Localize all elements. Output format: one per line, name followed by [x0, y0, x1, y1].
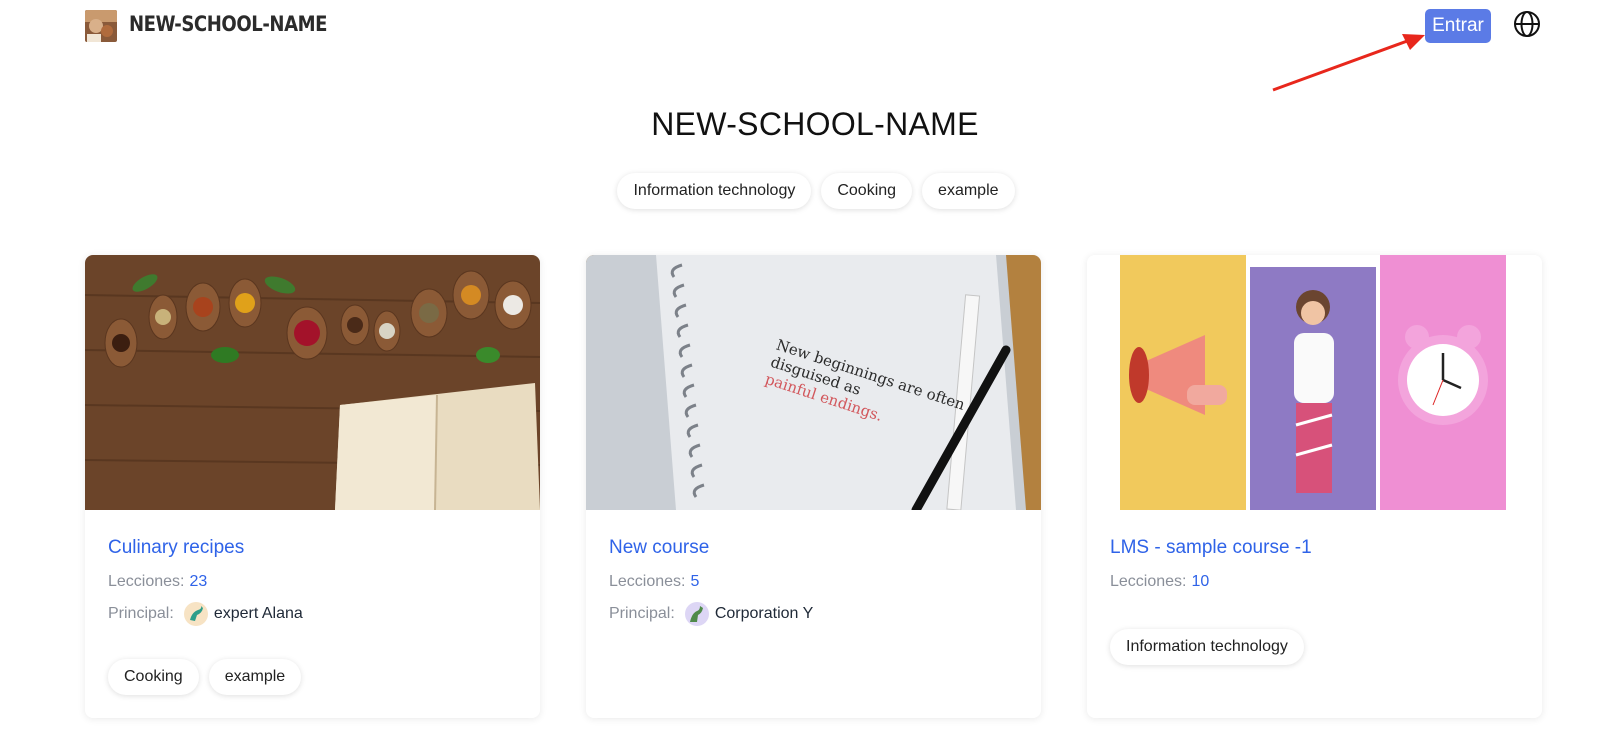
category-chip-information-technology[interactable]: Information technology	[617, 173, 812, 209]
login-button[interactable]: Entrar	[1425, 9, 1491, 43]
principal-row: Principal: Corporation Y	[609, 602, 813, 626]
principal-name[interactable]: expert Alana	[214, 605, 303, 623]
lesson-count: Lecciones: 23	[108, 573, 207, 591]
course-card-lms-sample-course[interactable]: LMS - sample course -1 Lecciones: 10 Inf…	[1087, 255, 1542, 718]
lessons-value: 23	[189, 573, 208, 590]
course-cover-image	[85, 255, 540, 510]
course-card-culinary-recipes[interactable]: Culinary recipes Lecciones: 23 Principal…	[85, 255, 540, 718]
page-title: NEW-SCHOOL-NAME	[651, 106, 979, 142]
course-title[interactable]: Culinary recipes	[108, 537, 244, 559]
principal-label: Principal:	[609, 605, 675, 622]
globe-icon[interactable]	[1512, 9, 1542, 39]
brand-name[interactable]: NEW-SCHOOL-NAME	[129, 12, 328, 36]
course-tag-cooking[interactable]: Cooking	[108, 659, 199, 695]
course-tags: Information technology	[1110, 629, 1304, 665]
course-title[interactable]: LMS - sample course -1	[1110, 537, 1312, 559]
course-tags: Cooking example	[108, 659, 302, 695]
lessons-label: Lecciones:	[108, 573, 185, 590]
category-chip-example[interactable]: example	[922, 173, 1015, 209]
avatar	[684, 602, 709, 626]
principal-row: Principal: expert Alana	[108, 602, 303, 626]
course-tag-information-technology[interactable]: Information technology	[1110, 629, 1304, 665]
school-logo[interactable]	[85, 10, 117, 42]
course-tag-example[interactable]: example	[208, 659, 302, 695]
course-cover-image	[1087, 255, 1542, 510]
principal-label: Principal:	[108, 605, 174, 622]
lessons-value: 5	[690, 573, 700, 590]
principal-name[interactable]: Corporation Y	[715, 605, 813, 623]
lessons-value: 10	[1191, 573, 1210, 590]
course-cover-image: New beginnings are often disguised as pa…	[586, 255, 1041, 510]
course-card-new-course[interactable]: New beginnings are often disguised as pa…	[586, 255, 1041, 718]
avatar	[183, 602, 208, 626]
lessons-label: Lecciones:	[609, 573, 686, 590]
annotation-arrow	[1272, 34, 1425, 92]
category-filter-bar: Information technology Cooking example	[0, 173, 1600, 209]
top-header: NEW-SCHOOL-NAME Entrar	[0, 0, 1600, 92]
course-title[interactable]: New course	[609, 537, 709, 559]
lesson-count: Lecciones: 5	[609, 573, 699, 591]
lessons-label: Lecciones:	[1110, 573, 1187, 590]
lesson-count: Lecciones: 10	[1110, 573, 1209, 591]
category-chip-cooking[interactable]: Cooking	[821, 173, 913, 209]
